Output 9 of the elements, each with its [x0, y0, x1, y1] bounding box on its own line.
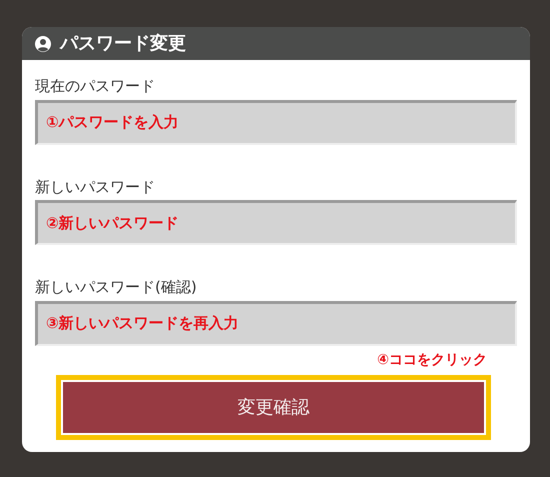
field-label: 新しいパスワード — [35, 176, 155, 198]
hint-text: ④ココをクリック — [377, 350, 487, 370]
password-field[interactable]: ③新しいパスワードを再入力 — [35, 300, 517, 346]
field-label: 現在のパスワード — [35, 76, 155, 97]
password-field[interactable]: ②新しいパスワード — [35, 200, 517, 245]
panel-title: パスワード変更 — [60, 32, 186, 56]
field-label: 新しいパスワード(確認) — [35, 277, 197, 298]
user-icon — [34, 34, 52, 52]
password-field[interactable]: ①パスワードを入力 — [35, 100, 517, 144]
